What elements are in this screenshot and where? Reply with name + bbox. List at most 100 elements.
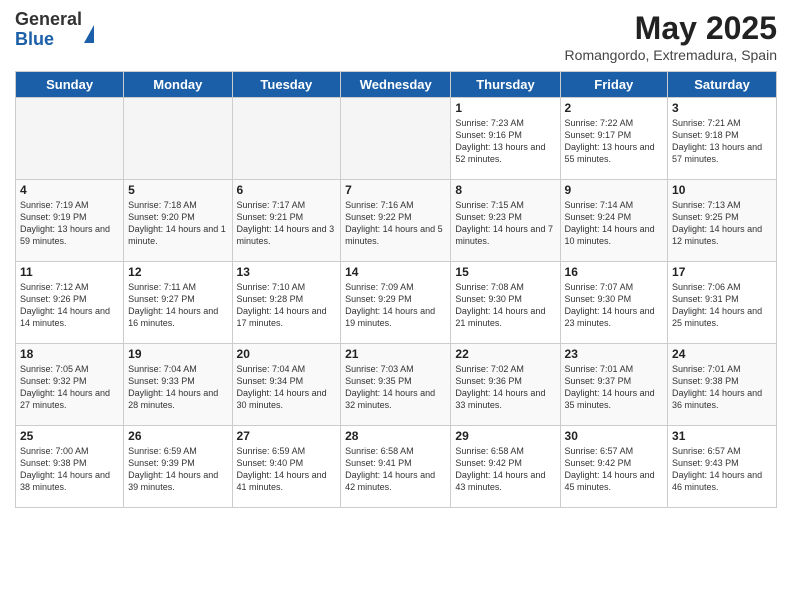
calendar-cell: 20 Sunrise: 7:04 AM Sunset: 9:34 PM Dayli… (232, 344, 341, 426)
calendar-cell: 18Sunrise: 7:05 AM Sunset: 9:32 PM Dayli… (16, 344, 124, 426)
day-number: 28 (345, 429, 446, 443)
day-number: 8 (455, 183, 555, 197)
day-header-tuesday: Tuesday (232, 72, 341, 98)
day-header-thursday: Thursday (451, 72, 560, 98)
location: Romangordo, Extremadura, Spain (565, 47, 777, 63)
day-number: 31 (672, 429, 772, 443)
day-info: Sunrise: 7:21 AM Sunset: 9:18 PM Dayligh… (672, 117, 772, 166)
day-header-wednesday: Wednesday (341, 72, 451, 98)
day-info: Sunrise: 7:14 AM Sunset: 9:24 PM Dayligh… (565, 199, 664, 248)
calendar-cell: 15 Sunrise: 7:08 AM Sunset: 9:30 PM Dayli… (451, 262, 560, 344)
calendar-cell (16, 98, 124, 180)
day-info: Sunrise: 7:08 AM Sunset: 9:30 PM Dayligh… (455, 281, 555, 330)
day-info: Sunrise: 6:58 AM Sunset: 9:42 PM Dayligh… (455, 445, 555, 494)
day-info: Sunrise: 7:06 AM Sunset: 9:31 PM Dayligh… (672, 281, 772, 330)
day-info: Sunrise: 6:59 AM Sunset: 9:40 PM Dayligh… (237, 445, 337, 494)
day-number: 14 (345, 265, 446, 279)
calendar-week-row: 4 Sunrise: 7:19 AM Sunset: 9:19 PM Daylig… (16, 180, 777, 262)
day-header-sunday: Sunday (16, 72, 124, 98)
day-header-monday: Monday (124, 72, 232, 98)
day-number: 4 (20, 183, 119, 197)
calendar-cell: 7 Sunrise: 7:16 AM Sunset: 9:22 PM Daylig… (341, 180, 451, 262)
calendar-cell: 26Sunrise: 6:59 AM Sunset: 9:39 PM Dayli… (124, 426, 232, 508)
day-header-friday: Friday (560, 72, 668, 98)
day-number: 19 (128, 347, 227, 361)
calendar-cell: 17 Sunrise: 7:06 AM Sunset: 9:31 PM Dayli… (668, 262, 777, 344)
day-header-saturday: Saturday (668, 72, 777, 98)
logo-general: General (15, 10, 82, 30)
day-number: 26 (128, 429, 227, 443)
day-number: 3 (672, 101, 772, 115)
day-info: Sunrise: 7:09 AM Sunset: 9:29 PM Dayligh… (345, 281, 446, 330)
calendar-cell: 5 Sunrise: 7:18 AM Sunset: 9:20 PM Daylig… (124, 180, 232, 262)
title-area: May 2025 Romangordo, Extremadura, Spain (565, 10, 777, 63)
day-info: Sunrise: 7:13 AM Sunset: 9:25 PM Dayligh… (672, 199, 772, 248)
day-number: 17 (672, 265, 772, 279)
calendar-cell: 25 Sunrise: 7:00 AM Sunset: 9:38 PM Dayli… (16, 426, 124, 508)
day-number: 11 (20, 265, 119, 279)
day-number: 5 (128, 183, 227, 197)
day-info: Sunrise: 7:04 AM Sunset: 9:34 PM Dayligh… (237, 363, 337, 412)
calendar-cell: 24Sunrise: 7:01 AM Sunset: 9:38 PM Dayli… (668, 344, 777, 426)
calendar-cell: 6 Sunrise: 7:17 AM Sunset: 9:21 PM Daylig… (232, 180, 341, 262)
calendar-cell (124, 98, 232, 180)
logo: General Blue (15, 10, 94, 50)
day-number: 20 (237, 347, 337, 361)
page: General Blue May 2025 Romangordo, Extrem… (0, 0, 792, 612)
day-number: 7 (345, 183, 446, 197)
day-number: 10 (672, 183, 772, 197)
day-number: 25 (20, 429, 119, 443)
day-info: Sunrise: 7:17 AM Sunset: 9:21 PM Dayligh… (237, 199, 337, 248)
day-number: 15 (455, 265, 555, 279)
calendar-header-row: SundayMondayTuesdayWednesdayThursdayFrid… (16, 72, 777, 98)
calendar: SundayMondayTuesdayWednesdayThursdayFrid… (15, 71, 777, 508)
day-number: 2 (565, 101, 664, 115)
calendar-week-row: 18Sunrise: 7:05 AM Sunset: 9:32 PM Dayli… (16, 344, 777, 426)
day-info: Sunrise: 7:10 AM Sunset: 9:28 PM Dayligh… (237, 281, 337, 330)
calendar-cell: 9 Sunrise: 7:14 AM Sunset: 9:24 PM Daylig… (560, 180, 668, 262)
day-info: Sunrise: 7:00 AM Sunset: 9:38 PM Dayligh… (20, 445, 119, 494)
day-number: 23 (565, 347, 664, 361)
calendar-week-row: 25 Sunrise: 7:00 AM Sunset: 9:38 PM Dayli… (16, 426, 777, 508)
day-number: 29 (455, 429, 555, 443)
calendar-cell: 11Sunrise: 7:12 AM Sunset: 9:26 PM Dayli… (16, 262, 124, 344)
day-info: Sunrise: 7:01 AM Sunset: 9:38 PM Dayligh… (672, 363, 772, 412)
calendar-cell: 29 Sunrise: 6:58 AM Sunset: 9:42 PM Dayli… (451, 426, 560, 508)
day-info: Sunrise: 7:04 AM Sunset: 9:33 PM Dayligh… (128, 363, 227, 412)
day-info: Sunrise: 7:16 AM Sunset: 9:22 PM Dayligh… (345, 199, 446, 248)
calendar-cell: 28 Sunrise: 6:58 AM Sunset: 9:41 PM Dayli… (341, 426, 451, 508)
calendar-cell: 1Sunrise: 7:23 AM Sunset: 9:16 PM Daylig… (451, 98, 560, 180)
day-info: Sunrise: 7:18 AM Sunset: 9:20 PM Dayligh… (128, 199, 227, 248)
month-title: May 2025 (565, 10, 777, 47)
calendar-cell: 8 Sunrise: 7:15 AM Sunset: 9:23 PM Daylig… (451, 180, 560, 262)
day-info: Sunrise: 7:15 AM Sunset: 9:23 PM Dayligh… (455, 199, 555, 248)
calendar-cell: 4 Sunrise: 7:19 AM Sunset: 9:19 PM Daylig… (16, 180, 124, 262)
day-info: Sunrise: 7:22 AM Sunset: 9:17 PM Dayligh… (565, 117, 664, 166)
day-number: 30 (565, 429, 664, 443)
calendar-cell: 12Sunrise: 7:11 AM Sunset: 9:27 PM Dayli… (124, 262, 232, 344)
calendar-cell (341, 98, 451, 180)
day-info: Sunrise: 7:19 AM Sunset: 9:19 PM Dayligh… (20, 199, 119, 248)
day-info: Sunrise: 7:02 AM Sunset: 9:36 PM Dayligh… (455, 363, 555, 412)
calendar-cell: 27 Sunrise: 6:59 AM Sunset: 9:40 PM Dayli… (232, 426, 341, 508)
header: General Blue May 2025 Romangordo, Extrem… (15, 10, 777, 63)
day-number: 22 (455, 347, 555, 361)
logo-triangle-icon (84, 25, 94, 43)
calendar-cell (232, 98, 341, 180)
day-number: 21 (345, 347, 446, 361)
calendar-cell: 14 Sunrise: 7:09 AM Sunset: 9:29 PM Dayli… (341, 262, 451, 344)
day-info: Sunrise: 7:23 AM Sunset: 9:16 PM Dayligh… (455, 117, 555, 166)
calendar-cell: 2 Sunrise: 7:22 AM Sunset: 9:17 PM Daylig… (560, 98, 668, 180)
calendar-cell: 10 Sunrise: 7:13 AM Sunset: 9:25 PM Dayli… (668, 180, 777, 262)
day-info: Sunrise: 7:03 AM Sunset: 9:35 PM Dayligh… (345, 363, 446, 412)
day-info: Sunrise: 6:57 AM Sunset: 9:43 PM Dayligh… (672, 445, 772, 494)
day-number: 9 (565, 183, 664, 197)
day-info: Sunrise: 6:58 AM Sunset: 9:41 PM Dayligh… (345, 445, 446, 494)
logo-blue: Blue (15, 30, 82, 50)
logo-text: General Blue (15, 10, 82, 50)
calendar-cell: 13Sunrise: 7:10 AM Sunset: 9:28 PM Dayli… (232, 262, 341, 344)
day-number: 6 (237, 183, 337, 197)
day-info: Sunrise: 7:05 AM Sunset: 9:32 PM Dayligh… (20, 363, 119, 412)
day-info: Sunrise: 7:07 AM Sunset: 9:30 PM Dayligh… (565, 281, 664, 330)
day-number: 27 (237, 429, 337, 443)
